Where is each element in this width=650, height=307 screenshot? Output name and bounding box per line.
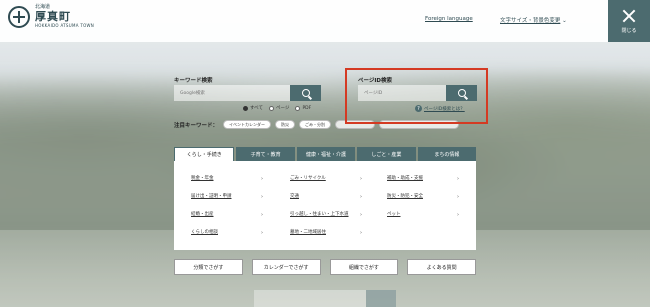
category-link[interactable]: 交通 ›	[290, 193, 362, 202]
chevron-down-icon: ⌄	[562, 18, 567, 24]
keyword-chip[interactable]: 防災	[275, 120, 295, 129]
question-icon: ?	[415, 105, 422, 112]
search-scope-options: すべて ページ PDF	[243, 105, 311, 111]
category-link[interactable]: 補助・助成・支援 ›	[387, 175, 459, 184]
tab-childcare[interactable]: 子育て・教育	[236, 147, 295, 161]
category-link[interactable]: ペット ›	[387, 211, 459, 220]
hot-keywords-label: 注目キーワード：	[174, 123, 219, 129]
font-size-color-menu[interactable]: 文字サイズ・背景色変更 ⌄	[500, 16, 567, 24]
search-icon	[457, 89, 466, 97]
scope-radio-pdf[interactable]: PDF	[295, 105, 312, 111]
font-size-color-label: 文字サイズ・背景色変更	[500, 18, 561, 24]
scope-radio-label: ページ	[276, 106, 290, 111]
chevron-right-icon: ›	[360, 194, 362, 200]
category-link[interactable]: 届け出・証明・申請 ›	[191, 193, 263, 202]
search-icon	[301, 89, 310, 97]
page-id-search-button[interactable]	[446, 85, 477, 101]
foreign-language-link[interactable]: Foreign language	[425, 16, 473, 22]
close-menu-button[interactable]: 閉じる	[608, 0, 650, 42]
category-link-label: ごみ・リサイクル	[290, 176, 326, 181]
keyword-search-label: キーワード検索	[174, 78, 213, 84]
background-search-bar	[254, 290, 396, 307]
page-id-search-label: ページID検索	[358, 78, 393, 84]
chevron-right-icon: ›	[261, 230, 263, 236]
tab-town-info[interactable]: まちの情報	[417, 147, 477, 161]
close-icon	[622, 9, 636, 23]
search-by-category-button[interactable]: 分類でさがす	[174, 259, 243, 275]
page-id-help-link[interactable]: ? ページID検索とは？	[415, 105, 465, 112]
category-link[interactable]: 防災・防犯・安全 ›	[387, 193, 459, 202]
keyword-search-input[interactable]	[174, 85, 290, 101]
tab-living[interactable]: くらし・手続き	[174, 147, 235, 161]
scope-radio-label: PDF	[302, 105, 312, 111]
category-link-label: 墓地・二地域居住	[290, 230, 326, 235]
scope-radio-page[interactable]: ページ	[269, 105, 289, 111]
tab-health[interactable]: 健康・福祉・介護	[296, 147, 356, 161]
category-link-label: 交通	[290, 194, 299, 199]
quick-search-buttons: 分類でさがす カレンダーでさがす 組織でさがす よくある質問	[174, 259, 476, 275]
close-label: 閉じる	[621, 27, 637, 34]
page-id-help-text: ページID検索とは？	[424, 106, 465, 112]
chevron-right-icon: ›	[261, 212, 263, 218]
logo-town-name: 厚真町	[35, 10, 71, 23]
faq-button[interactable]: よくある質問	[407, 259, 476, 275]
category-link-label: 届け出・証明・申請	[191, 194, 232, 199]
chevron-right-icon: ›	[261, 176, 263, 182]
category-link[interactable]: 結婚・出産 ›	[191, 211, 263, 220]
tab-work[interactable]: しごと・産業	[357, 147, 416, 161]
category-link-label: ペット	[387, 212, 401, 217]
chevron-right-icon: ›	[360, 230, 362, 236]
chevron-right-icon: ›	[360, 212, 362, 218]
category-link[interactable]: 墓地・二地域居住 ›	[290, 229, 362, 238]
category-link[interactable]: 税金・年金 ›	[191, 175, 263, 184]
keyword-search-button[interactable]	[290, 85, 321, 101]
category-column: 税金・年金 › 届け出・証明・申請 › 結婚・出産 › くらしの相談 ›	[191, 175, 263, 247]
category-link[interactable]: 引っ越し・住まい・上下水道 ›	[290, 211, 362, 220]
category-link[interactable]: くらしの相談 ›	[191, 229, 263, 238]
category-panel: 税金・年金 › 届け出・証明・申請 › 結婚・出産 › くらしの相談 › ごみ・リサイク…	[174, 161, 476, 250]
chevron-right-icon: ›	[457, 176, 459, 182]
logo-english-name: HOKKAIDO ATSUMA TOWN	[35, 23, 95, 28]
chevron-right-icon: ›	[457, 194, 459, 200]
category-link-label: 防災・防犯・安全	[387, 194, 423, 199]
page-id-input[interactable]	[358, 85, 446, 101]
keyword-chip[interactable]: イベントカレンダー	[223, 120, 271, 129]
category-link-label: くらしの相談	[191, 230, 218, 235]
search-by-organization-button[interactable]: 組織でさがす	[329, 259, 399, 275]
scope-radio-label: すべて	[250, 106, 264, 111]
category-link-label: 結婚・出産	[191, 212, 214, 217]
keyword-chip[interactable]: ごみ・分別	[299, 120, 331, 129]
town-emblem-icon	[8, 5, 30, 28]
category-link-label: 引っ越し・住まい・上下水道	[290, 212, 349, 217]
category-column: ごみ・リサイクル › 交通 › 引っ越し・住まい・上下水道 › 墓地・二地域居住 ›	[290, 175, 362, 247]
scope-radio-all[interactable]: すべて	[243, 105, 263, 111]
chevron-right-icon: ›	[360, 176, 362, 182]
category-column: 補助・助成・支援 › 防災・防犯・安全 › ペット ›	[387, 175, 459, 229]
site-logo[interactable]: 北海道 厚真町 HOKKAIDO ATSUMA TOWN	[8, 5, 94, 28]
category-link-label: 補助・助成・支援	[387, 176, 423, 181]
category-link[interactable]: ごみ・リサイクル ›	[290, 175, 362, 184]
site-header: 北海道 厚真町 HOKKAIDO ATSUMA TOWN Foreign lan…	[0, 0, 650, 42]
category-link-label: 税金・年金	[191, 176, 214, 181]
search-by-calendar-button[interactable]: カレンダーでさがす	[251, 259, 321, 275]
chevron-right-icon: ›	[457, 212, 459, 218]
chevron-right-icon: ›	[261, 194, 263, 200]
category-tabs: くらし・手続き 子育て・教育 健康・福祉・介護 しごと・産業 まちの情報	[174, 147, 477, 161]
